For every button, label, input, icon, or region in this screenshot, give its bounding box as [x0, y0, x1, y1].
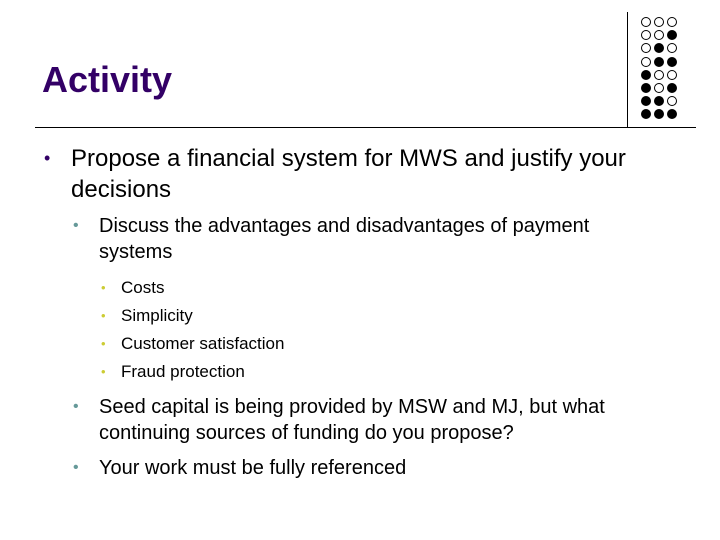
bullet-icon: •	[101, 308, 106, 323]
hollow-dot-icon	[667, 96, 677, 107]
hollow-dot-icon	[641, 30, 651, 41]
hollow-dot-icon	[667, 17, 677, 27]
bullet-fully-referenced: • Your work must be fully referenced	[73, 455, 633, 481]
bullet-costs: • Costs	[101, 277, 501, 299]
hollow-dot-icon	[654, 17, 664, 27]
filled-dot-icon	[667, 56, 677, 67]
bullet-icon: •	[101, 364, 106, 379]
bullet-text: Costs	[121, 278, 165, 297]
bullet-text: Propose a financial system for MWS and j…	[71, 145, 626, 203]
binary-dot-grid-decoration	[641, 17, 677, 120]
bullet-simplicity: • Simplicity	[101, 305, 501, 327]
hollow-dot-icon	[641, 56, 651, 67]
filled-dot-icon	[667, 30, 677, 41]
bullet-text: Your work must be fully referenced	[99, 457, 407, 479]
bullet-text: Seed capital is being provided by MSW an…	[99, 396, 605, 444]
slide-title: Activity	[42, 59, 173, 100]
filled-dot-icon	[641, 82, 651, 93]
bullet-icon: •	[101, 280, 106, 295]
bullet-icon: •	[73, 398, 79, 415]
bullet-discuss-payment-systems: • Discuss the advantages and disadvantag…	[73, 213, 633, 265]
bullet-icon: •	[73, 217, 79, 234]
bullet-customer-satisfaction: • Customer satisfaction	[101, 333, 501, 355]
bullet-icon: •	[73, 459, 79, 476]
filled-dot-icon	[654, 109, 664, 120]
bullet-text: Discuss the advantages and disadvantages…	[99, 215, 590, 263]
filled-dot-icon	[654, 96, 664, 107]
filled-dot-icon	[667, 82, 677, 93]
hollow-dot-icon	[667, 43, 677, 54]
bullet-icon: •	[44, 148, 51, 168]
filled-dot-icon	[641, 96, 651, 107]
hollow-dot-icon	[654, 82, 664, 93]
bullet-seed-capital: • Seed capital is being provided by MSW …	[73, 394, 633, 446]
vertical-divider	[627, 12, 628, 127]
filled-dot-icon	[654, 43, 664, 54]
hollow-dot-icon	[654, 69, 664, 80]
bullet-icon: •	[101, 336, 106, 351]
hollow-dot-icon	[641, 43, 651, 54]
bullet-text: Customer satisfaction	[121, 334, 285, 353]
hollow-dot-icon	[667, 69, 677, 80]
hollow-dot-icon	[641, 17, 651, 27]
filled-dot-icon	[654, 56, 664, 67]
filled-dot-icon	[667, 109, 677, 120]
filled-dot-icon	[641, 69, 651, 80]
bullet-propose-financial-system: • Propose a financial system for MWS and…	[44, 143, 684, 205]
filled-dot-icon	[641, 109, 651, 120]
bullet-text: Fraud protection	[121, 362, 245, 381]
bullet-text: Simplicity	[121, 306, 193, 325]
hollow-dot-icon	[654, 30, 664, 41]
title-underline	[35, 127, 696, 128]
bullet-fraud-protection: • Fraud protection	[101, 361, 501, 383]
